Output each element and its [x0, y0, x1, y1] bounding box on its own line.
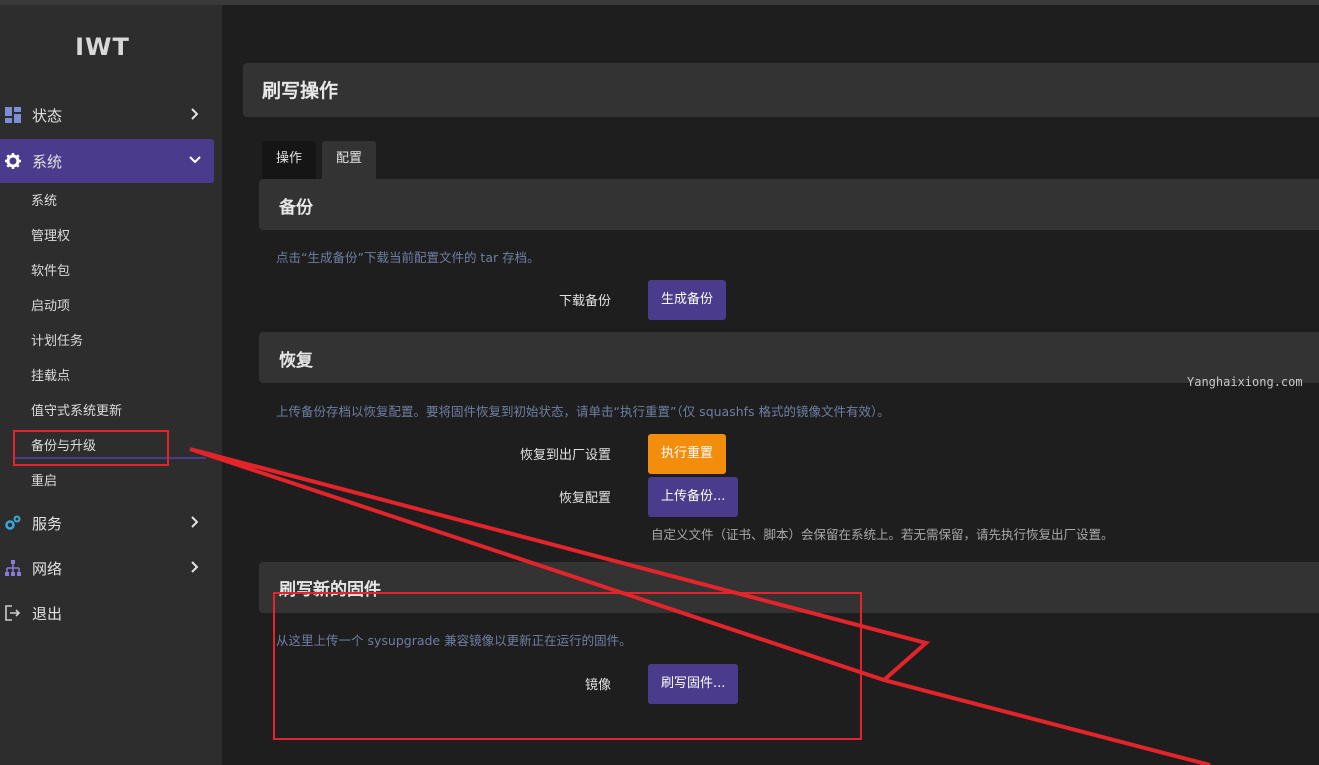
annotation-box-sidebar [13, 430, 169, 466]
sidebar-item-services[interactable]: 服务 [0, 501, 214, 545]
services-icon [4, 514, 22, 532]
page-title: 刷写操作 [262, 80, 339, 102]
watermark: Yanghaixiong.com [1187, 375, 1303, 389]
backup-section-header [259, 179, 1319, 230]
sidebar-item-label: 网络 [32, 559, 63, 578]
sidebar-subitem-startup[interactable]: 启动项 [31, 297, 70, 317]
restore-config-label: 恢复配置 [558, 491, 611, 506]
sidebar-subitem-reboot[interactable]: 重启 [31, 472, 57, 492]
backup-description: 点击“生成备份”下载当前配置文件的 tar 存档。 [276, 250, 540, 265]
sidebar-item-label: 系统 [32, 152, 63, 171]
sidebar-subitem-admin[interactable]: 管理权 [31, 227, 70, 247]
annotation-box-flash [273, 592, 862, 740]
reset-button[interactable]: 执行重置 [648, 434, 727, 474]
sidebar-item-label: 状态 [32, 106, 63, 125]
sidebar-subitem-scheduled-tasks[interactable]: 计划任务 [31, 332, 83, 352]
dashboard-icon [4, 106, 22, 124]
sidebar-item-system[interactable]: 系统 [0, 139, 214, 183]
sidebar-subitem-system[interactable]: 系统 [31, 192, 57, 212]
page-header [243, 63, 1319, 117]
factory-reset-label: 恢复到出厂设置 [519, 448, 611, 463]
restore-section-title: 恢复 [279, 351, 313, 371]
network-icon [4, 559, 22, 577]
chevron-right-icon [188, 513, 202, 531]
gear-icon [4, 152, 22, 170]
logout-icon [4, 604, 22, 622]
generate-backup-button[interactable]: 生成备份 [648, 280, 727, 320]
sidebar-item-status[interactable]: 状态 [0, 93, 214, 137]
tab-actions[interactable]: 操作 [262, 141, 316, 179]
sidebar-subitem-attended-sysupgrade[interactable]: 值守式系统更新 [31, 402, 122, 422]
sidebar-item-label: 服务 [32, 514, 63, 533]
restore-description: 上传备份存档以恢复配置。要将固件恢复到初始状态，请单击“执行重置”（仅 squa… [276, 404, 890, 419]
sidebar-item-network[interactable]: 网络 [0, 546, 214, 590]
download-backup-label: 下载备份 [558, 294, 611, 309]
chevron-down-icon [188, 151, 202, 169]
sidebar-subitem-mount-points[interactable]: 挂载点 [31, 367, 70, 387]
sidebar-item-logout[interactable]: 退出 [0, 591, 214, 635]
sidebar-item-label: 退出 [32, 604, 63, 623]
restore-hint: 自定义文件（证书、脚本）会保留在系统上。若无需保留，请先执行恢复出厂设置。 [651, 527, 1114, 542]
upload-backup-button[interactable]: 上传备份... [648, 477, 739, 517]
backup-section-title: 备份 [279, 198, 313, 218]
tab-configuration[interactable]: 配置 [322, 141, 376, 179]
chevron-right-icon [188, 105, 202, 123]
logo: IWT [75, 33, 130, 61]
sidebar-subitem-packages[interactable]: 软件包 [31, 262, 70, 282]
chevron-right-icon [188, 558, 202, 576]
restore-section-header [259, 332, 1319, 383]
